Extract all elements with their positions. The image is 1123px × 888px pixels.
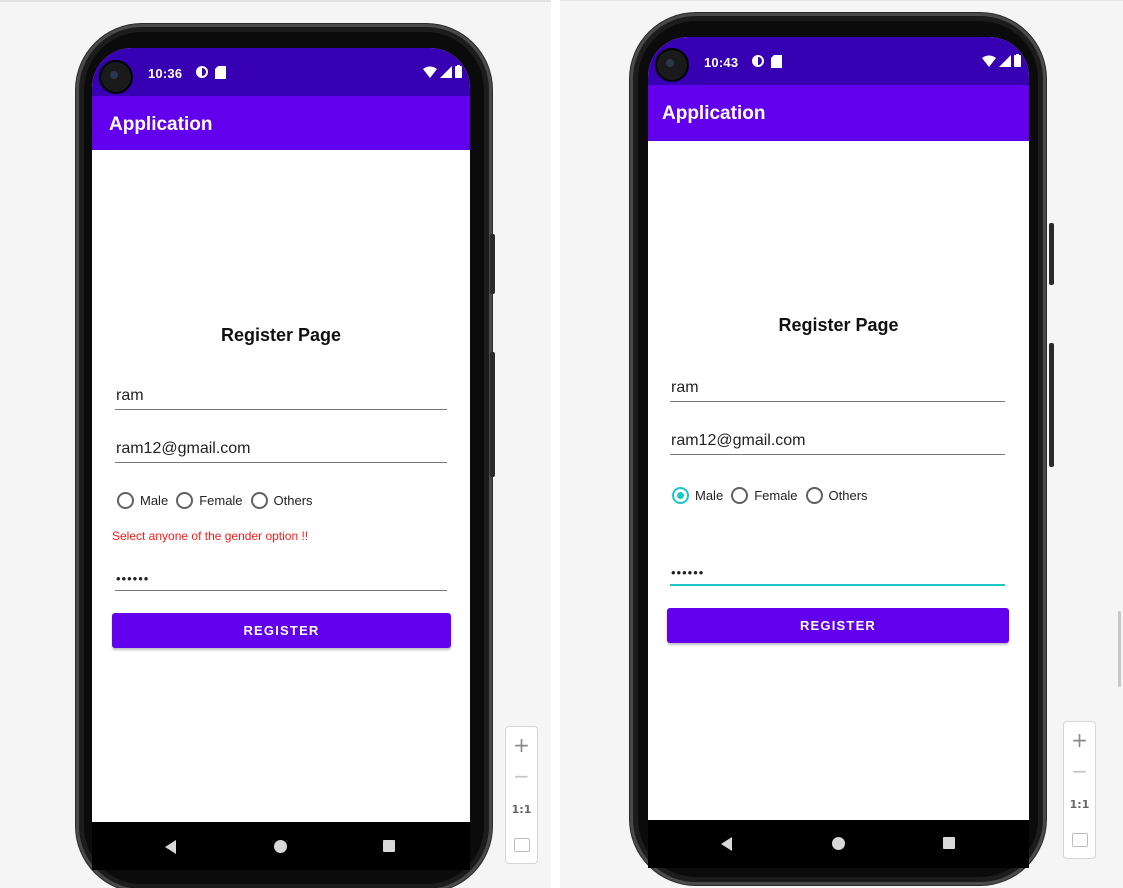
back-icon[interactable] <box>165 840 176 854</box>
password-field-value: •••••• <box>671 565 705 580</box>
volume-button <box>1049 223 1054 285</box>
name-field-value: ram <box>116 387 144 404</box>
register-button[interactable]: REGISTER <box>112 613 451 648</box>
app-bar: Application <box>648 85 1029 141</box>
radio-male[interactable]: Male <box>672 487 723 504</box>
radio-others[interactable]: Others <box>250 492 313 509</box>
navigation-bar <box>92 822 470 870</box>
sd-card-icon <box>215 65 226 79</box>
radio-button-others[interactable] <box>805 487 823 504</box>
name-field[interactable]: ram <box>670 377 1005 402</box>
navigation-bar <box>648 820 1029 868</box>
zoom-fit-icon[interactable] <box>514 838 530 852</box>
radio-label-male: Male <box>140 493 169 508</box>
radio-button-female[interactable] <box>731 487 749 504</box>
panel-divider <box>551 0 560 888</box>
status-time: 10:36 <box>148 66 183 81</box>
right-emulator-panel: 10:43 Application Register Page ram ram1… <box>560 0 1123 888</box>
sync-icon <box>752 55 764 67</box>
phone-screen: 10:36 Application Register Page ram ram1… <box>92 48 470 822</box>
app-title: Application <box>109 114 213 135</box>
power-button <box>1049 343 1054 467</box>
scrollbar[interactable] <box>1118 611 1121 687</box>
gender-radio-group: Male Female Others <box>117 492 321 509</box>
radio-female[interactable]: Female <box>731 487 798 504</box>
radio-others[interactable]: Others <box>805 487 868 504</box>
home-icon[interactable] <box>832 837 845 850</box>
radio-label-others: Others <box>273 493 313 508</box>
radio-button-male[interactable] <box>117 492 134 509</box>
battery-icon <box>455 65 462 78</box>
radio-male[interactable]: Male <box>117 492 168 509</box>
phone-screen: 10:43 Application Register Page ram ram1… <box>648 37 1029 820</box>
email-field[interactable]: ram12@gmail.com <box>115 438 447 463</box>
email-field-value: ram12@gmail.com <box>671 432 806 449</box>
app-title: Application <box>662 103 766 124</box>
home-icon[interactable] <box>274 840 287 853</box>
sync-icon <box>196 66 208 78</box>
wifi-icon <box>423 66 437 78</box>
recents-icon[interactable] <box>383 840 395 852</box>
name-field-value: ram <box>671 379 699 396</box>
zoom-controls: + − 1:1 <box>1063 721 1096 859</box>
page-title: Register Page <box>778 315 899 335</box>
signal-icon <box>999 54 1011 67</box>
radio-label-male: Male <box>695 488 724 503</box>
left-emulator-panel: 10:36 Application Register Page ram ram1… <box>0 0 551 888</box>
zoom-in-button[interactable]: + <box>506 733 537 757</box>
recents-icon[interactable] <box>943 837 955 849</box>
zoom-in-button[interactable]: + <box>1064 728 1095 752</box>
wifi-icon <box>982 55 996 67</box>
volume-button <box>490 234 495 294</box>
zoom-out-button[interactable]: − <box>506 764 537 788</box>
register-button[interactable]: REGISTER <box>667 608 1009 643</box>
password-field[interactable]: •••••• <box>115 566 447 591</box>
front-camera <box>655 48 689 82</box>
status-bar: 10:43 <box>648 37 1029 85</box>
zoom-fit-icon[interactable] <box>1072 833 1088 847</box>
zoom-actual-size-button[interactable]: 1:1 <box>1064 798 1095 811</box>
status-bar: 10:36 <box>92 48 470 96</box>
radio-label-others: Others <box>828 488 868 503</box>
radio-label-female: Female <box>754 488 798 503</box>
password-field-value: •••••• <box>116 571 150 586</box>
zoom-out-button[interactable]: − <box>1064 759 1095 783</box>
status-time: 10:43 <box>704 55 739 70</box>
app-bar: Application <box>92 96 470 150</box>
back-icon[interactable] <box>721 837 732 851</box>
email-field-value: ram12@gmail.com <box>116 440 251 457</box>
email-field[interactable]: ram12@gmail.com <box>670 430 1005 455</box>
front-camera <box>99 60 133 94</box>
page-title: Register Page <box>220 325 342 345</box>
gender-radio-group: Male Female Others <box>672 487 876 504</box>
sd-card-icon <box>771 54 782 68</box>
radio-female[interactable]: Female <box>176 492 243 509</box>
power-button <box>490 352 495 477</box>
name-field[interactable]: ram <box>115 385 447 410</box>
radio-button-others[interactable] <box>250 492 268 509</box>
radio-button-female[interactable] <box>176 492 194 509</box>
battery-icon <box>1014 54 1021 67</box>
zoom-controls: + − 1:1 <box>505 726 538 864</box>
signal-icon <box>440 65 452 78</box>
radio-label-female: Female <box>199 493 243 508</box>
gender-error-message: Select anyone of the gender option !! <box>112 529 309 543</box>
password-field[interactable]: •••••• <box>670 560 1005 586</box>
radio-button-male[interactable] <box>672 487 689 504</box>
zoom-actual-size-button[interactable]: 1:1 <box>506 803 537 816</box>
